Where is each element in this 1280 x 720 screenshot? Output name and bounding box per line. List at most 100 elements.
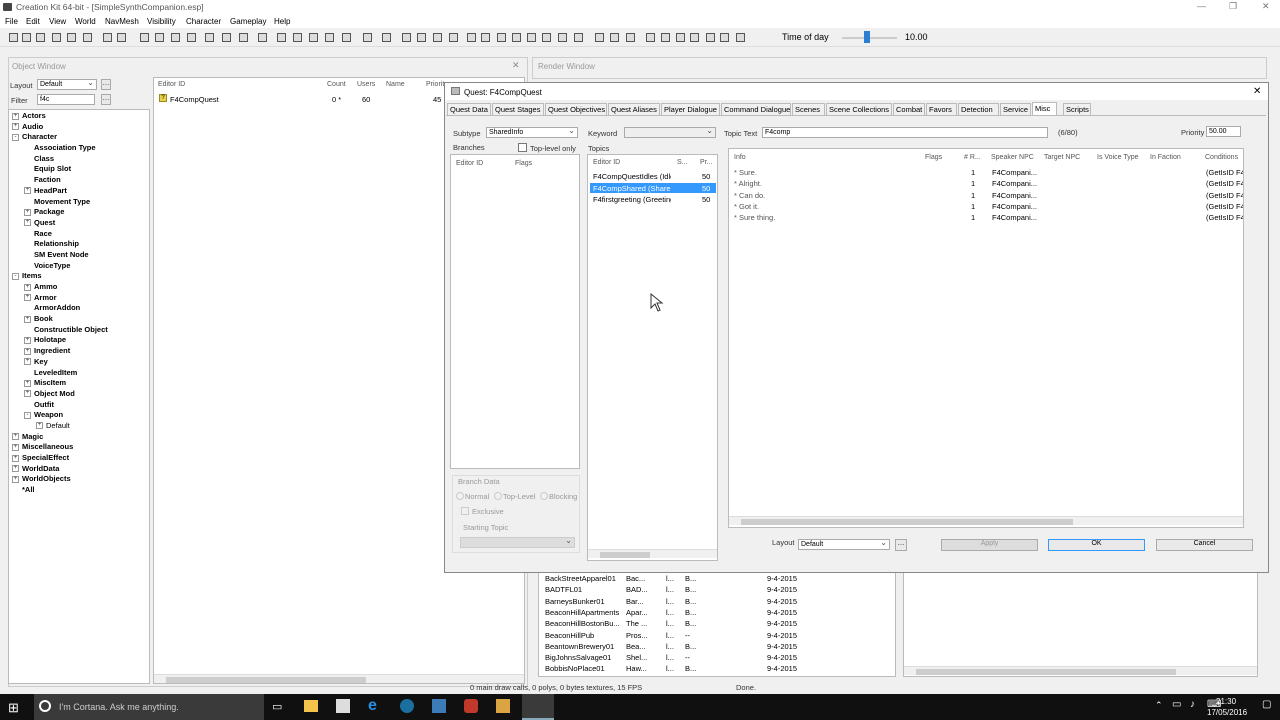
toolbar-button-3[interactable] <box>36 33 45 42</box>
info-text[interactable]: * Sure thing. <box>734 213 775 222</box>
topic-editor-id[interactable]: F4firstgreeting (Greeting) <box>593 195 671 204</box>
exclusive-checkbox[interactable] <box>461 507 469 515</box>
tree-item-weapon[interactable]: - Weapon <box>12 410 108 421</box>
toolbar-button-8[interactable] <box>117 33 126 42</box>
clock-date[interactable]: 17/05/2016 <box>1207 708 1247 717</box>
toolbar-button-43[interactable] <box>706 33 715 42</box>
quest-dialog-close-icon[interactable]: ✕ <box>1253 86 1261 97</box>
toolbar-button-36[interactable] <box>595 33 604 42</box>
tab-misc[interactable]: Misc <box>1032 102 1057 115</box>
top-level-radio[interactable] <box>494 492 502 500</box>
toolbar-button-45[interactable] <box>736 33 745 42</box>
menu-gameplay[interactable]: Gameplay <box>230 17 266 26</box>
expand-icon[interactable]: + <box>12 123 19 131</box>
toolbar-button-26[interactable] <box>433 33 442 42</box>
ok-button[interactable]: OK <box>1048 539 1145 551</box>
tree-item-faction[interactable]: Faction <box>12 175 108 186</box>
branch-col-flags[interactable]: Flags <box>515 160 532 167</box>
expand-icon[interactable]: + <box>12 112 19 120</box>
toolbar-button-18[interactable] <box>293 33 302 42</box>
cell-editor-id[interactable]: BADTFL01 <box>545 585 621 594</box>
toolbar-button-22[interactable] <box>363 33 372 42</box>
toolbar-button-35[interactable] <box>574 33 583 42</box>
starting-topic-select[interactable] <box>460 536 575 548</box>
file-explorer-icon[interactable] <box>304 700 318 712</box>
tree-item-class[interactable]: Class <box>12 154 108 165</box>
toolbar-button-37[interactable] <box>610 33 619 42</box>
info-col-speaker-npc[interactable]: Speaker NPC <box>991 154 1034 161</box>
toolbar-button-31[interactable] <box>512 33 521 42</box>
expand-icon[interactable]: + <box>24 390 31 398</box>
tab-service[interactable]: Service <box>1000 103 1031 115</box>
toolbar-button-44[interactable] <box>720 33 729 42</box>
toolbar-button-1[interactable] <box>9 33 18 42</box>
toolbar-button-13[interactable] <box>205 33 214 42</box>
tab-quest-stages[interactable]: Quest Stages <box>492 103 544 115</box>
toolbar-button-19[interactable] <box>309 33 318 42</box>
top-level-only-checkbox[interactable] <box>518 143 527 152</box>
topic-text-input[interactable]: F4comp <box>762 127 1048 138</box>
network-icon[interactable]: ▭ <box>1172 699 1181 710</box>
info-col-conditions[interactable]: Conditions <box>1205 154 1238 161</box>
windows-start-icon[interactable]: ⊞ <box>8 700 19 716</box>
toolbar-button-33[interactable] <box>542 33 551 42</box>
topics-hscroll[interactable] <box>588 549 717 558</box>
tree-item-headpart[interactable]: + HeadPart <box>12 186 108 197</box>
tree-item-book[interactable]: + Book <box>12 314 108 325</box>
cell-editor-id[interactable]: BeaconHillApartments <box>545 608 621 617</box>
object-window-close-icon[interactable]: ✕ <box>512 60 520 71</box>
info-text[interactable]: * Got it. <box>734 202 759 211</box>
expand-icon[interactable]: + <box>12 465 19 473</box>
notifications-icon[interactable]: ▢ <box>1262 699 1271 710</box>
menu-help[interactable]: Help <box>274 17 290 26</box>
tab-player-dialogue[interactable]: Player Dialogue <box>661 103 720 115</box>
filter-more-button[interactable]: … <box>101 94 111 105</box>
info-text[interactable]: * Alright. <box>734 179 762 188</box>
expand-icon[interactable]: + <box>24 315 31 323</box>
menu-navmesh[interactable]: NavMesh <box>105 17 139 26</box>
menu-world[interactable]: World <box>75 17 96 26</box>
toolbar-button-15[interactable] <box>239 33 248 42</box>
col-priority[interactable]: Priorit <box>426 81 444 88</box>
dialog-layout-select[interactable]: Default <box>798 538 890 550</box>
tray-chevron-icon[interactable]: ⌃ <box>1155 700 1163 711</box>
collapse-icon[interactable]: - <box>24 411 31 419</box>
expand-icon[interactable]: + <box>24 358 31 366</box>
toolbar-button-23[interactable] <box>382 33 391 42</box>
tree-item-miscellaneous[interactable]: + Miscellaneous <box>12 442 108 453</box>
info-col-flags[interactable]: Flags <box>925 154 942 161</box>
toolbar-button-29[interactable] <box>481 33 490 42</box>
toolbar-button-39[interactable] <box>646 33 655 42</box>
tree-item-default[interactable]: + Default <box>12 421 108 432</box>
toolbar-button-17[interactable] <box>277 33 286 42</box>
info-hscroll[interactable] <box>729 516 1243 525</box>
tab-scene-collections[interactable]: Scene Collections <box>826 103 892 115</box>
collapse-icon[interactable]: - <box>12 272 19 280</box>
toolbar-button-34[interactable] <box>558 33 567 42</box>
toolbar-button-24[interactable] <box>402 33 411 42</box>
tab-detection[interactable]: Detection <box>958 103 999 115</box>
toolbar-button-10[interactable] <box>155 33 164 42</box>
tree-item-armor[interactable]: + Armor <box>12 293 108 304</box>
restore-icon[interactable]: ❐ <box>1229 1 1237 12</box>
dialog-layout-more-button[interactable]: … <box>895 539 907 551</box>
toolbar-button-40[interactable] <box>661 33 670 42</box>
tab-quest-aliases[interactable]: Quest Aliases <box>608 103 660 115</box>
toolbar-button-12[interactable] <box>187 33 196 42</box>
toolbar-button-14[interactable] <box>222 33 231 42</box>
tree-item-worlddata[interactable]: + WorldData <box>12 464 108 475</box>
tree-item-holotape[interactable]: + Holotape <box>12 335 108 346</box>
tab-scenes[interactable]: Scenes <box>792 103 825 115</box>
col-editor-id[interactable]: Editor ID <box>158 81 185 88</box>
toolbar-button-38[interactable] <box>626 33 635 42</box>
info-col--r-[interactable]: # R... <box>964 154 981 161</box>
toolbar-button-11[interactable] <box>171 33 180 42</box>
toolbar-button-30[interactable] <box>497 33 506 42</box>
info-col-is-voice-type[interactable]: Is Voice Type <box>1097 154 1139 161</box>
toolbar-button-5[interactable] <box>67 33 76 42</box>
filter-input[interactable]: f4c <box>37 94 95 105</box>
time-of-day-thumb[interactable] <box>863 31 870 43</box>
menu-file[interactable]: File <box>5 17 18 26</box>
cell-preview-hscroll[interactable] <box>904 666 1257 675</box>
subtype-select[interactable]: SharedInfo <box>486 126 578 138</box>
